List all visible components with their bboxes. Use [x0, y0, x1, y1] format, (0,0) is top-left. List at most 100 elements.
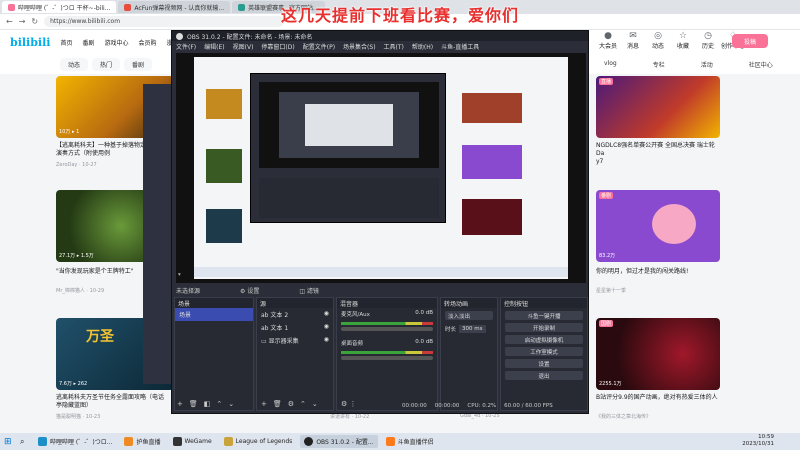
- start-virtual-camera-button[interactable]: 启动虚拟摄像机: [505, 335, 583, 344]
- eye-icon[interactable]: ◉: [324, 323, 329, 330]
- video-meta[interactable]: ZeroDay · 10-27: [56, 162, 97, 168]
- settings-button[interactable]: 设置: [505, 359, 583, 368]
- controls-dock-title: 控制按钮: [501, 298, 587, 308]
- anime-thumbnail[interactable]: 国剧 2255.1万: [596, 318, 720, 390]
- start-recording-button[interactable]: 开始录制: [505, 323, 583, 332]
- reload-icon[interactable]: ↻: [31, 17, 38, 26]
- bilibili-favicon-icon: [8, 3, 15, 11]
- vip-button[interactable]: ● 大会员: [596, 31, 620, 50]
- menu-edit[interactable]: 编辑(E): [204, 42, 224, 51]
- upload-button[interactable]: 投稿: [732, 34, 768, 48]
- huyu-icon: [124, 437, 134, 446]
- thumbnail-caption: 万圣: [86, 329, 114, 345]
- nested-desktop: [305, 104, 393, 146]
- sources-dock-title: 源: [257, 298, 333, 308]
- menu-douyu-tool[interactable]: 斗鱼-直播工具: [441, 42, 479, 51]
- anime-thumbnail[interactable]: 番剧 83.2万: [596, 190, 720, 262]
- channel-activity[interactable]: 活动: [701, 60, 713, 69]
- video-meta[interactable]: 讲道讲有 · 10-22: [330, 413, 369, 420]
- duration-input[interactable]: 300 ms: [459, 325, 486, 333]
- forward-icon[interactable]: →: [19, 17, 26, 26]
- transition-type-select[interactable]: 淡入淡出: [445, 311, 493, 320]
- remove-scene-icon[interactable]: 🗑: [189, 400, 198, 408]
- channel-anime[interactable]: 番剧: [124, 57, 153, 71]
- source-item[interactable]: ▭ 显示器采集 ◉: [257, 334, 333, 347]
- video-title[interactable]: 你的明月，但过才是我的闯关路线!: [596, 268, 720, 276]
- scene-filter-icon[interactable]: ◧: [204, 400, 211, 408]
- video-title[interactable]: 逃离耗科夫万圣节任务全露面攻略（电话 亭隐藏蓝图）: [56, 394, 174, 410]
- live-thumbnail[interactable]: 直播: [596, 76, 720, 138]
- system-clock[interactable]: 10:59 2023/10/31: [742, 434, 774, 448]
- channel-column[interactable]: 专栏: [653, 60, 665, 69]
- transitions-dock: 转场动画 淡入淡出 时长 300 ms: [440, 297, 498, 411]
- browser-tab-bilibili[interactable]: 哔哩哔哩 (゜-゜)つロ 干杯~-bili...: [2, 1, 117, 13]
- messages-button[interactable]: ✉ 消息: [621, 31, 645, 50]
- search-icon[interactable]: ⌕: [20, 437, 30, 447]
- clock-date: 2023/10/31: [742, 441, 774, 447]
- fps-readout: 60.00 / 60.00 FPS: [504, 403, 553, 409]
- taskbar-douyu[interactable]: 斗鱼直播伴侣: [382, 435, 438, 448]
- nav-anime[interactable]: 番剧: [82, 38, 94, 47]
- source-item[interactable]: ab 文本 1 ◉: [257, 321, 333, 334]
- obs-window-title: OBS 31.0.2 - 配置文件: 未命名 - 场景: 未命名: [187, 33, 313, 41]
- mixer-settings-icon[interactable]: ⚙ ⋮: [341, 400, 357, 408]
- volume-slider[interactable]: [341, 356, 433, 360]
- menu-help[interactable]: 帮助(H): [412, 42, 433, 51]
- move-down-icon[interactable]: ⌄: [312, 400, 318, 408]
- video-title[interactable]: B站评分9.9的国产动画，绝对有热爱三体的人: [596, 394, 720, 402]
- channel-community[interactable]: 社区中心: [749, 60, 773, 69]
- properties-button[interactable]: ⚙ 设置: [240, 286, 259, 295]
- filters-button[interactable]: ◫ 滤镜: [299, 286, 319, 295]
- source-settings-icon[interactable]: ⚙: [288, 400, 294, 408]
- video-meta[interactable]: 星星第十一季: [596, 287, 626, 294]
- move-up-icon[interactable]: ⌃: [216, 400, 222, 408]
- douyu-start-stream-button[interactable]: 斗鱼一键开播: [505, 311, 583, 320]
- history-button[interactable]: ◷ 历史: [696, 31, 720, 50]
- menu-docks[interactable]: 停靠窗口(D): [261, 42, 294, 51]
- douyu-icon: [385, 437, 395, 446]
- add-scene-icon[interactable]: +: [177, 400, 183, 408]
- taskbar-wegame[interactable]: WeGame: [169, 435, 216, 448]
- nav-home[interactable]: 首页: [60, 38, 72, 47]
- nav-mall[interactable]: 会员购: [139, 38, 157, 47]
- add-source-icon[interactable]: +: [261, 400, 267, 408]
- stream-time: 00:00:00: [402, 403, 427, 409]
- peppa-pig-illustration: [652, 204, 696, 244]
- studio-mode-button[interactable]: 工作室模式: [505, 347, 583, 356]
- menu-file[interactable]: 文件(F): [176, 42, 196, 51]
- video-meta[interactable]: 猫是聪明猫 · 10-23: [56, 413, 100, 420]
- channel-hot[interactable]: 热门: [92, 57, 121, 71]
- nav-game-center[interactable]: 游戏中心: [105, 38, 129, 47]
- favorites-button[interactable]: ☆ 收藏: [671, 31, 695, 50]
- menu-scene-collection[interactable]: 场景集合(S): [343, 42, 376, 51]
- video-title[interactable]: NGDLC8强名单赛公开赛 全国总决赛 瑞士轮 Da y7: [596, 142, 720, 166]
- back-icon[interactable]: ←: [6, 17, 13, 26]
- taskbar-league[interactable]: League of Legends: [220, 435, 297, 448]
- wegame-icon: [172, 437, 182, 446]
- taskbar-obs[interactable]: OBS 31.0.2 - 配置...: [300, 435, 378, 448]
- channel-vlog[interactable]: vlog: [604, 60, 617, 69]
- taskbar-edge-bilibili[interactable]: 哔哩哔哩 (゜-゜)つロ...: [34, 435, 116, 448]
- obs-preview-canvas[interactable]: [176, 53, 586, 283]
- menu-view[interactable]: 视图(V): [233, 42, 254, 51]
- clock-icon: ◷: [704, 31, 712, 41]
- view-count: 10万 ▸ 1: [59, 129, 80, 135]
- video-meta[interactable]: 《我的三体之章北海传》: [596, 413, 651, 420]
- move-down-icon[interactable]: ⌄: [228, 400, 234, 408]
- eye-icon[interactable]: ◉: [324, 336, 329, 343]
- move-up-icon[interactable]: ⌃: [300, 400, 306, 408]
- remove-source-icon[interactable]: 🗑: [273, 400, 282, 408]
- eye-icon[interactable]: ◉: [324, 310, 329, 317]
- video-meta[interactable]: Mr_棉棉猫人 · 10-29: [56, 287, 104, 294]
- menu-tools[interactable]: 工具(T): [384, 42, 404, 51]
- menu-profile[interactable]: 配置文件(P): [303, 42, 335, 51]
- taskbar-huyu[interactable]: 护鱼直播: [120, 435, 164, 448]
- bilibili-logo[interactable]: bilibili: [10, 36, 50, 49]
- volume-slider[interactable]: [341, 327, 433, 331]
- scene-item[interactable]: 场景: [175, 308, 253, 321]
- source-item[interactable]: ab 文本 2 ◉: [257, 308, 333, 321]
- start-icon[interactable]: ⊞: [4, 437, 16, 447]
- dynamics-button[interactable]: ◎ 动态: [646, 31, 670, 50]
- channel-dynamic[interactable]: 动态: [60, 57, 89, 71]
- exit-button[interactable]: 退出: [505, 371, 583, 380]
